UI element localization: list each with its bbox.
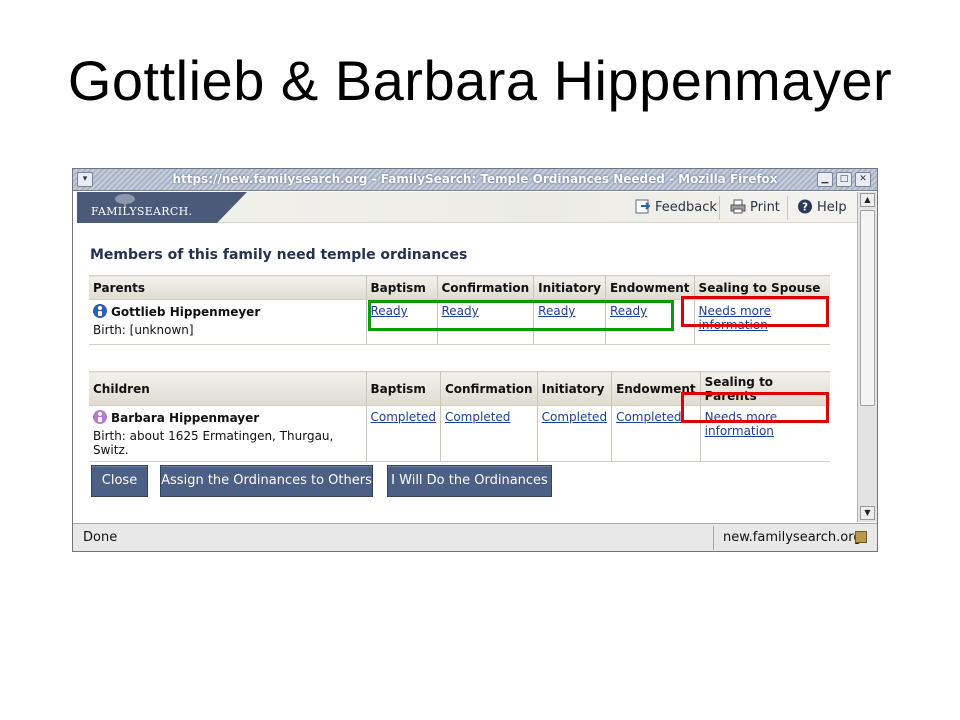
baptism-cell: Completed	[365, 405, 441, 462]
familysearch-logo[interactable]: FAMILYSEARCH.	[77, 192, 247, 223]
vertical-scrollbar[interactable]: ▲ ▼	[857, 192, 877, 522]
column-header: Confirmation	[439, 371, 538, 406]
endowment-status-link[interactable]: Completed	[616, 410, 681, 424]
column-header: Parents	[89, 275, 366, 300]
person-cell: Gottlieb Hippenmeyer Birth: [unknown]	[89, 299, 366, 345]
svg-text:?: ?	[802, 201, 808, 213]
help-icon: ?	[797, 199, 813, 214]
close-icon: ✕	[859, 174, 867, 184]
person-name[interactable]: Gottlieb Hippenmeyer	[111, 305, 260, 319]
scrollbar-thumb[interactable]	[860, 210, 875, 406]
site-header: FAMILYSEARCH. Feedback Print ? Help	[77, 192, 857, 223]
close-button[interactable]: Close	[91, 465, 148, 497]
help-link[interactable]: ? Help	[797, 199, 847, 215]
window-titlebar[interactable]: ▾ https://new.familysearch.org - FamilyS…	[73, 169, 877, 191]
column-header: Confirmation	[436, 275, 534, 300]
printer-icon	[730, 199, 746, 214]
browser-window: ▾ https://new.familysearch.org - FamilyS…	[72, 168, 878, 552]
initiatory-status-link[interactable]: Completed	[542, 410, 607, 424]
column-header: Baptism	[365, 275, 437, 300]
logo-text: FAMILYSEARCH.	[91, 205, 193, 218]
column-header: Initiatory	[536, 371, 612, 406]
scroll-up-arrow-icon[interactable]: ▲	[860, 193, 875, 207]
close-window-button[interactable]: ✕	[855, 172, 871, 187]
feedback-icon	[635, 199, 651, 214]
slide-title: Gottlieb & Barbara Hippenmayer	[67, 49, 893, 112]
window-title: https://new.familysearch.org - FamilySea…	[172, 172, 778, 186]
initiatory-cell: Completed	[536, 405, 612, 462]
help-label: Help	[817, 200, 847, 215]
toolbar-divider	[719, 196, 720, 220]
status-text: Done	[83, 530, 118, 545]
birth-info: Birth: [unknown]	[93, 323, 194, 337]
print-link[interactable]: Print	[730, 199, 780, 215]
female-person-icon[interactable]	[93, 410, 107, 424]
status-bar: Done new.familysearch.org	[73, 523, 877, 551]
feedback-link[interactable]: Feedback	[635, 199, 717, 215]
page-heading: Members of this family need temple ordin…	[90, 247, 468, 263]
column-header: Initiatory	[533, 275, 606, 300]
status-divider	[713, 526, 714, 550]
assign-ordinances-button[interactable]: Assign the Ordinances to Others	[160, 465, 373, 497]
person-name[interactable]: Barbara Hippenmayer	[111, 411, 259, 425]
status-domain: new.familysearch.org	[723, 530, 862, 545]
minimize-icon: ▁	[821, 174, 829, 184]
column-header: Children	[89, 371, 366, 406]
toolbar-divider	[787, 196, 788, 220]
print-label: Print	[750, 200, 780, 215]
baptism-status-link[interactable]: Completed	[371, 410, 436, 424]
scroll-down-arrow-icon[interactable]: ▼	[860, 506, 875, 520]
birth-info: Birth: about 1625 Ermatingen, Thurgau, S…	[93, 429, 334, 457]
confirmation-cell: Completed	[439, 405, 538, 462]
minimize-button[interactable]: ▁	[817, 172, 833, 187]
male-person-icon[interactable]	[93, 304, 107, 318]
maximize-icon: □	[839, 174, 849, 184]
person-cell: Barbara Hippenmayer Birth: about 1625 Er…	[89, 405, 366, 462]
security-lock-icon[interactable]	[855, 531, 867, 543]
needs-info-highlight-box	[681, 392, 829, 423]
do-ordinances-button[interactable]: I Will Do the Ordinances	[387, 465, 552, 497]
page-content: FAMILYSEARCH. Feedback Print ? Help Memb…	[77, 192, 857, 522]
confirmation-status-link[interactable]: Completed	[445, 410, 510, 424]
feedback-label: Feedback	[655, 200, 717, 215]
maximize-button[interactable]: □	[836, 172, 852, 187]
needs-info-highlight-box	[681, 296, 829, 327]
ready-highlight-box	[368, 300, 674, 331]
column-header: Baptism	[365, 371, 441, 406]
